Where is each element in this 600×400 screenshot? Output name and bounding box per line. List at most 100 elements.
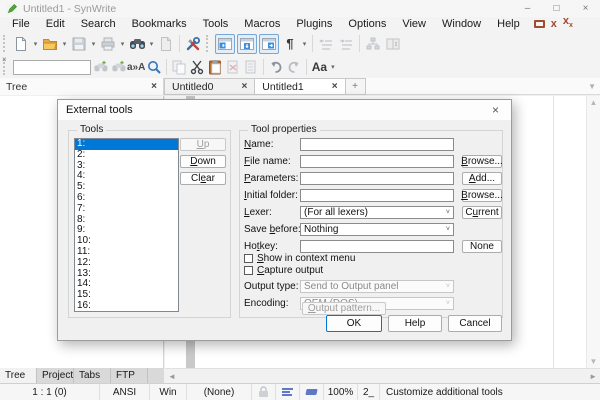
new-file-button[interactable] [11, 34, 31, 54]
tools-list-item[interactable]: 10: [75, 236, 178, 247]
minimize-button[interactable]: – [513, 0, 542, 17]
menu-item[interactable]: Plugins [288, 18, 340, 30]
editor-vertical-scrollbar[interactable]: ▲ ▼ [586, 96, 600, 368]
open-file-button[interactable] [40, 34, 60, 54]
tools-list-item[interactable]: 16: [75, 301, 178, 312]
menu-item[interactable]: Window [434, 18, 489, 30]
menu-item[interactable]: Edit [38, 18, 73, 30]
panel-close-icon[interactable]: × [151, 81, 157, 92]
help-button[interactable]: Help [388, 315, 442, 332]
print-button[interactable] [98, 34, 118, 54]
name-field[interactable] [300, 138, 454, 151]
menu-item[interactable]: Macros [236, 18, 288, 30]
hotkey-field[interactable] [300, 240, 454, 253]
tools-list-item[interactable]: 7: [75, 204, 178, 215]
menu-item[interactable]: Help [489, 18, 528, 30]
find-next-icon[interactable] [109, 58, 127, 76]
match-case-icon[interactable]: a»A [127, 58, 145, 76]
tools-list-item[interactable]: 6: [75, 193, 178, 204]
menu-item[interactable]: Bookmarks [124, 18, 195, 30]
undo-icon[interactable] [267, 58, 285, 76]
checkbox-icon[interactable] [244, 254, 253, 263]
close-button[interactable]: × [571, 0, 600, 17]
menu-item[interactable]: File [4, 18, 38, 30]
find-button[interactable] [127, 34, 147, 54]
toolbar-close-icon[interactable]: × [2, 56, 7, 64]
selection-mode-icon[interactable] [300, 384, 324, 400]
save-before-select[interactable]: Nothing˅ [300, 223, 454, 236]
up-button[interactable]: Up [180, 138, 226, 151]
tools-list-item[interactable]: 1: [75, 139, 178, 150]
tools-listbox[interactable]: 1:2:3:4:5:6:7:8:9:10:11:12:13:14:15:16: [74, 138, 179, 312]
external-tools-button[interactable] [183, 34, 203, 54]
print-dropdown[interactable]: ▾ [118, 34, 127, 54]
indent-increase-icon[interactable] [336, 34, 356, 54]
initial-folder-field[interactable] [300, 189, 454, 202]
parameters-field[interactable] [300, 172, 454, 185]
editor-horizontal-scrollbar[interactable]: ◄ ► [165, 368, 600, 383]
toggle-left-panel-button[interactable] [215, 34, 235, 54]
ok-button[interactable]: OK [326, 315, 382, 332]
add-button[interactable]: Add... [462, 172, 502, 185]
mdi-close-icon[interactable]: x [551, 20, 557, 28]
find-dropdown[interactable]: ▾ [147, 34, 156, 54]
panel-tab[interactable]: Project [37, 368, 74, 383]
panel-tab[interactable]: FTP [111, 368, 148, 383]
save-copy-button[interactable] [156, 34, 176, 54]
file-name-field[interactable] [300, 155, 454, 168]
tools-list-item[interactable]: 12: [75, 258, 178, 269]
text-case-menu-button[interactable]: Aa [310, 58, 328, 76]
output-pattern-button[interactable]: Output pattern... [302, 302, 386, 315]
browse-folder-button[interactable]: Browse... [462, 189, 502, 202]
menu-item[interactable]: Options [340, 18, 394, 30]
dialog-close-icon[interactable]: × [488, 103, 503, 117]
show-nonprinted-button[interactable]: ¶ [280, 34, 300, 54]
zoom-level[interactable]: 100% [324, 384, 358, 400]
tab-list-dropdown-icon[interactable]: ▼ [588, 82, 596, 91]
lexer-status[interactable]: (None) [187, 384, 252, 400]
code-tree-icon[interactable] [363, 34, 383, 54]
tools-list-item[interactable]: 2: [75, 150, 178, 161]
tools-list-item[interactable]: 8: [75, 215, 178, 226]
clear-button[interactable]: Clear [180, 172, 226, 185]
tools-list-item[interactable]: 4: [75, 171, 178, 182]
encoding-status[interactable]: ANSI [100, 384, 150, 400]
redo-icon[interactable] [285, 58, 303, 76]
toggle-right-panel-button[interactable] [259, 34, 279, 54]
tab-close-icon[interactable]: × [241, 81, 247, 92]
menu-item[interactable]: Search [73, 18, 124, 30]
tab-untitled0[interactable]: Untitled0 × [164, 78, 255, 95]
menu-item[interactable]: View [394, 18, 434, 30]
open-file-dropdown[interactable]: ▾ [60, 34, 69, 54]
quick-search-input[interactable] [13, 60, 91, 75]
panel-tab[interactable]: Tabs [74, 368, 111, 383]
capture-output-checkbox[interactable]: Capture output [244, 265, 323, 276]
tab-close-icon[interactable]: × [332, 81, 338, 92]
copy-icon[interactable] [170, 58, 188, 76]
find-prev-icon[interactable] [91, 58, 109, 76]
panel-tab[interactable]: Tree [0, 368, 37, 383]
save-dropdown[interactable]: ▾ [89, 34, 98, 54]
cut-icon[interactable] [188, 58, 206, 76]
browse-file-button[interactable]: Browse... [462, 155, 502, 168]
save-button[interactable] [69, 34, 89, 54]
word-wrap-icon[interactable] [276, 384, 300, 400]
split-view-icon[interactable] [383, 34, 403, 54]
toolbar-grip[interactable] [3, 35, 8, 53]
lock-icon[interactable] [252, 384, 276, 400]
show-in-context-menu-checkbox[interactable]: Show in context menu [244, 253, 355, 264]
tab-untitled1[interactable]: Untitled1 × [255, 78, 345, 95]
indent-decrease-icon[interactable] [316, 34, 336, 54]
delete-icon[interactable] [224, 58, 242, 76]
nonprinted-dropdown[interactable]: ▾ [300, 34, 309, 54]
new-file-dropdown[interactable]: ▾ [31, 34, 40, 54]
down-button[interactable]: Down [180, 155, 226, 168]
dialog-title-bar[interactable]: External tools × [58, 100, 511, 120]
scroll-right-icon[interactable]: ► [589, 372, 597, 381]
scroll-down-icon[interactable]: ▼ [587, 357, 600, 366]
new-tab-button[interactable]: + [346, 78, 366, 95]
toggle-bottom-panel-button[interactable] [237, 34, 257, 54]
scroll-left-icon[interactable]: ◄ [168, 372, 176, 381]
toolbar-grip[interactable] [206, 35, 211, 53]
zoom-icon[interactable] [145, 58, 163, 76]
